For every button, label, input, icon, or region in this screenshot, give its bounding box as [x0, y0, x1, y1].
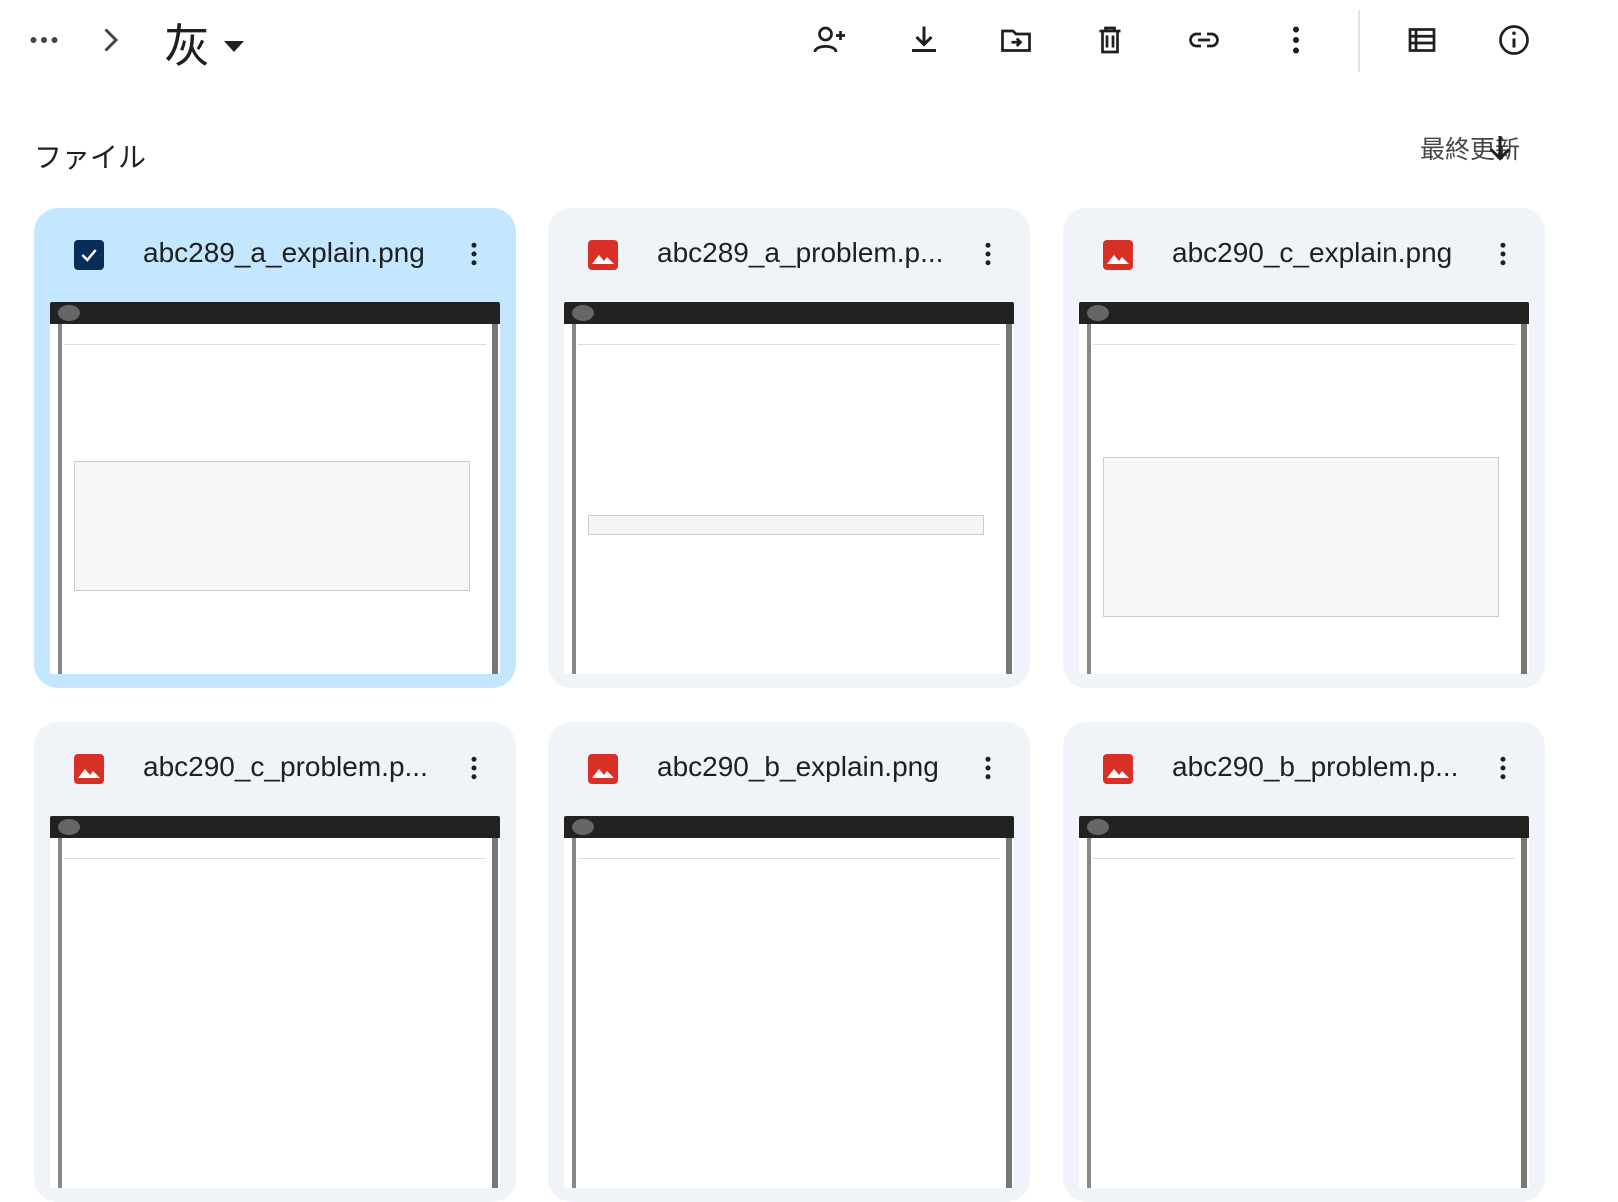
link-icon[interactable] [1180, 16, 1228, 64]
image-file-icon [1103, 754, 1133, 784]
move-to-folder-icon[interactable] [992, 16, 1040, 64]
file-card-header: abc290_c_problem.p... [34, 722, 516, 816]
file-thumbnail [1079, 816, 1529, 1188]
file-thumbnail [564, 302, 1014, 674]
download-icon[interactable] [900, 16, 948, 64]
image-file-icon [74, 754, 104, 784]
file-thumbnail [1079, 302, 1529, 674]
file-name: abc290_c_problem.p... [143, 751, 428, 782]
file-card[interactable]: abc289_a_problem.p... [548, 208, 1030, 688]
file-name: abc289_a_problem.p... [657, 237, 944, 268]
caret-down-icon [224, 40, 244, 52]
toolbar: 灰 [0, 0, 1618, 84]
file-card[interactable]: abc290_c_explain.png [1063, 208, 1545, 688]
checkbox-checked-icon[interactable] [74, 240, 104, 270]
toolbar-divider [1358, 10, 1360, 72]
info-icon[interactable] [1490, 16, 1538, 64]
list-view-icon[interactable] [1398, 16, 1446, 64]
more-vert-icon[interactable] [1483, 234, 1523, 274]
more-horiz-icon[interactable] [20, 16, 68, 64]
arrow-down-icon[interactable] [1476, 124, 1524, 172]
file-thumbnail [50, 302, 500, 674]
file-thumbnail [50, 816, 500, 1188]
folder-title: 灰 [164, 19, 210, 73]
image-file-icon [588, 754, 618, 784]
add-person-icon[interactable] [806, 16, 854, 64]
image-file-icon [1103, 240, 1133, 270]
more-vert-icon[interactable] [454, 234, 494, 274]
more-vert-icon[interactable] [454, 748, 494, 788]
file-card-header: abc290_b_problem.p... [1063, 722, 1545, 816]
file-card-header: abc290_c_explain.png [1063, 208, 1545, 302]
file-name: abc290_c_explain.png [1172, 237, 1453, 268]
file-card[interactable]: abc290_c_problem.p... [34, 722, 516, 1202]
file-card[interactable]: abc290_b_problem.p... [1063, 722, 1545, 1202]
more-vert-icon[interactable] [1272, 16, 1320, 64]
more-vert-icon[interactable] [968, 748, 1008, 788]
file-card-header: abc289_a_problem.p... [548, 208, 1030, 302]
file-name: abc290_b_problem.p... [1172, 751, 1459, 782]
file-name: abc290_b_explain.png [657, 751, 939, 782]
file-thumbnail [564, 816, 1014, 1188]
more-vert-icon[interactable] [968, 234, 1008, 274]
file-name: abc289_a_explain.png [143, 237, 425, 268]
trash-icon[interactable] [1086, 16, 1134, 64]
file-card-header: abc289_a_explain.png [34, 208, 516, 302]
file-card[interactable]: abc289_a_explain.png [34, 208, 516, 688]
chevron-right-icon [86, 16, 134, 64]
folder-title-button[interactable]: 灰 [164, 10, 244, 76]
file-card-header: abc290_b_explain.png [548, 722, 1030, 816]
section-title: ファイル [34, 141, 147, 174]
file-card[interactable]: abc290_b_explain.png [548, 722, 1030, 1202]
more-vert-icon[interactable] [1483, 748, 1523, 788]
image-file-icon [588, 240, 618, 270]
